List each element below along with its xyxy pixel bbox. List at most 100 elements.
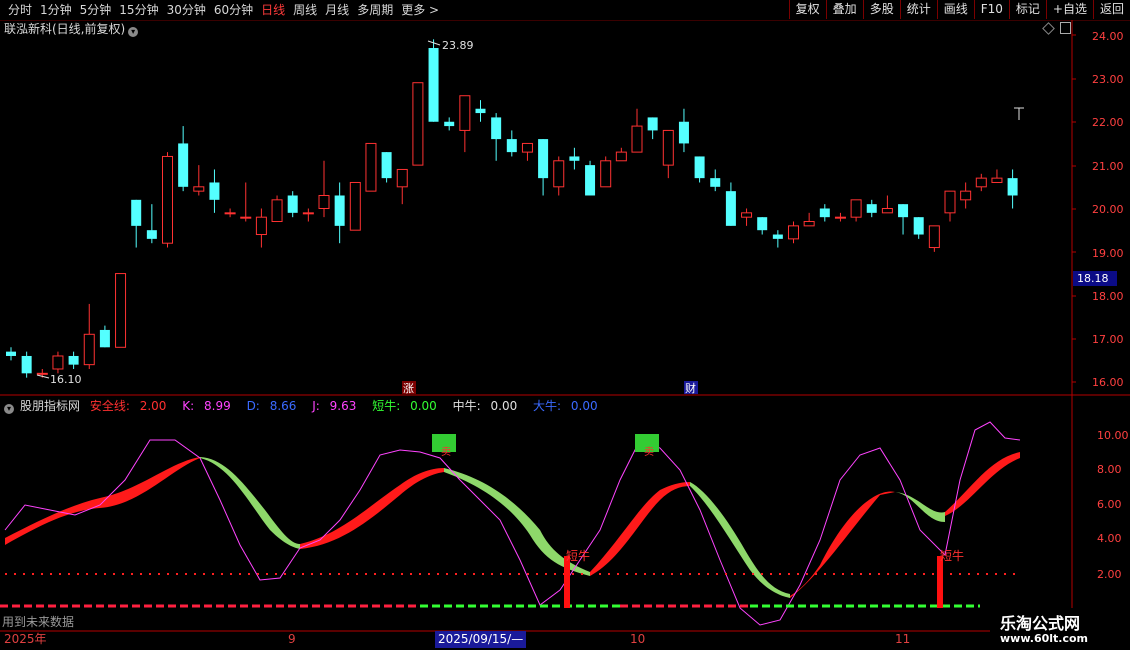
date-label-nov: 11 — [895, 632, 911, 646]
candle-up — [162, 155, 173, 244]
candle-up — [396, 168, 408, 188]
buy-signal-label: 短牛 — [566, 548, 590, 563]
rising-band — [790, 491, 895, 598]
candle-up — [960, 190, 972, 201]
candle-up — [271, 199, 283, 223]
selected-date: 2025/09/15/— — [435, 631, 527, 648]
candle-up — [83, 333, 95, 366]
candle-down — [491, 117, 502, 140]
candle-down — [475, 108, 486, 114]
candle-up — [365, 142, 377, 192]
chart-canvas[interactable]: 24.00 23.00 22.00 21.00 20.00 19.00 18.0… — [0, 0, 1130, 650]
price-tick: 19.00 — [1092, 247, 1124, 260]
candle-down — [146, 230, 157, 239]
low-annotation-label: 16.10 — [50, 373, 82, 386]
rising-band — [590, 482, 690, 576]
short-bull-readout: 短牛: 0.00 — [372, 399, 437, 413]
candle-down — [21, 355, 32, 374]
candle-up — [412, 82, 424, 166]
candle-up — [615, 151, 627, 162]
candle-down — [444, 121, 455, 127]
date-label-year: 2025年 — [4, 632, 47, 646]
candle-down — [898, 204, 909, 218]
candle-up — [881, 208, 893, 214]
candle-up — [975, 177, 987, 188]
buy-signal-bar — [564, 556, 570, 608]
falling-band — [690, 482, 790, 598]
candle-down — [725, 191, 736, 226]
candle-down — [866, 204, 877, 213]
candle-up — [115, 273, 127, 348]
candle-up — [662, 129, 674, 166]
rising-band — [945, 452, 1020, 516]
candle-up — [224, 212, 236, 215]
watermark-title: 乐淘公式网 — [1000, 614, 1081, 633]
price-tick: 16.00 — [1092, 376, 1124, 389]
indicator-series: 短牛 短牛 卖 卖 — [0, 421, 1021, 626]
candle-down — [819, 208, 830, 218]
candle-down — [131, 199, 142, 226]
price-axis: 24.00 23.00 22.00 21.00 20.00 19.00 18.0… — [1072, 30, 1124, 389]
candle-down — [772, 234, 783, 239]
falling-band — [895, 492, 945, 522]
candle-down — [99, 329, 110, 348]
rising-band — [300, 468, 444, 549]
candle-down — [178, 143, 189, 187]
rise-marker: 涨 — [403, 382, 414, 395]
candle-down — [209, 182, 220, 200]
buy-signal-bar — [937, 556, 943, 608]
indicator-axis: 10.00 8.00 6.00 4.00 2.00 — [1097, 429, 1129, 581]
price-tick: 24.00 — [1092, 30, 1124, 43]
candle-down — [757, 217, 768, 231]
candlestick-series — [6, 39, 1018, 378]
candle-down — [538, 139, 549, 179]
candle-up — [318, 194, 330, 210]
candle-up — [928, 225, 940, 249]
candle-up — [631, 125, 643, 153]
indicator-tick: 8.00 — [1097, 463, 1122, 476]
falling-band — [200, 457, 300, 549]
indicator-tick: 2.00 — [1097, 568, 1122, 581]
candle-down — [6, 351, 16, 356]
candle-up — [36, 372, 48, 375]
candle-down — [913, 217, 924, 235]
sell-signal-label: 卖 — [644, 446, 654, 458]
indicator-menu-icon[interactable]: ▾ — [4, 404, 14, 414]
sell-signal-label: 卖 — [441, 446, 451, 458]
rising-band — [5, 457, 200, 545]
candle-down — [694, 156, 705, 179]
candle-up — [459, 95, 471, 131]
candle-down — [585, 165, 596, 196]
indicator-header: ▾ 股朋指标网 安全线: 2.00 K: 8.99 D: 8.66 J: 9.63… — [4, 398, 610, 414]
price-tick: 20.00 — [1092, 203, 1124, 216]
candle-down — [334, 195, 345, 226]
price-tick: 17.00 — [1092, 333, 1124, 346]
d-readout: D: 8.66 — [246, 399, 297, 413]
date-label-oct: 10 — [630, 632, 646, 646]
j-readout: J: 9.63 — [312, 399, 357, 413]
site-watermark: 乐淘公式网 www.60lt.com — [990, 608, 1130, 650]
j-line — [4, 421, 1021, 626]
indicator-name[interactable]: 股朋指标网 — [20, 399, 80, 413]
buy-signal-label: 短牛 — [940, 548, 964, 563]
candle-up — [255, 216, 267, 236]
watermark-url: www.60lt.com — [1000, 632, 1089, 645]
candle-down — [647, 117, 658, 131]
candle-up — [193, 186, 205, 192]
candle-up — [553, 160, 565, 188]
candle-up — [834, 216, 846, 219]
candle-up — [302, 212, 314, 215]
high-annotation-label: 23.89 — [442, 39, 474, 52]
candle-down — [68, 355, 79, 365]
finance-marker: 财 — [685, 381, 696, 395]
candle-down — [1007, 178, 1018, 196]
candle-up — [240, 216, 252, 219]
safety-readout: 安全线: 2.00 — [89, 399, 167, 413]
date-label-sep: 9 — [288, 632, 296, 646]
future-data-notice: 用到未来数据 — [2, 615, 75, 629]
candle-up — [349, 181, 361, 231]
candle-up — [52, 355, 64, 370]
candle-down — [287, 195, 298, 213]
candle-down — [381, 152, 392, 179]
price-tick: 23.00 — [1092, 73, 1124, 86]
